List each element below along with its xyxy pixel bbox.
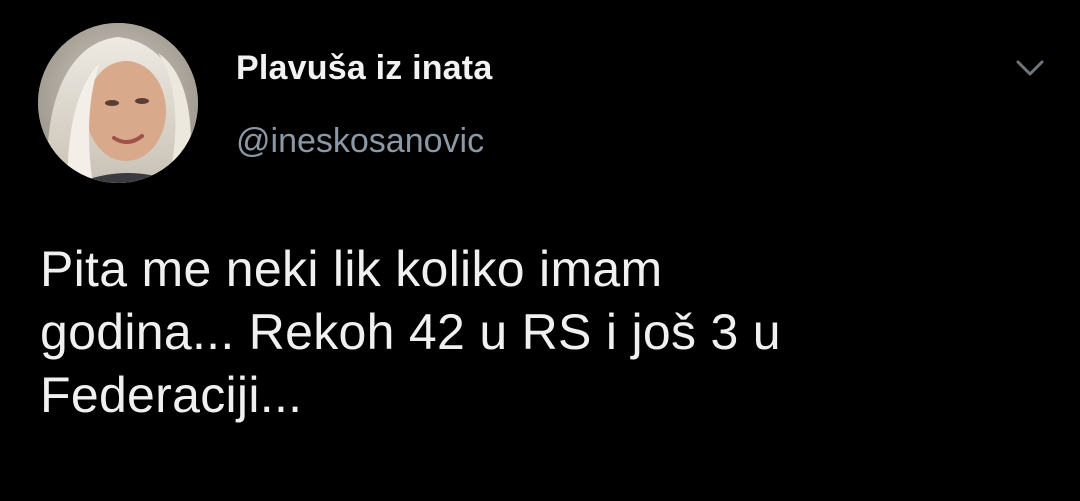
tweet-text-line: godina... Rekoh 42 u RS i još 3 u <box>40 304 781 360</box>
tweet-card: Plavuša iz inata @ineskosanovic Pita me … <box>0 0 1080 501</box>
tweet-text: Pita me neki lik koliko imam godina... R… <box>40 238 1050 427</box>
avatar[interactable] <box>38 23 198 183</box>
chevron-down-icon <box>1016 60 1044 76</box>
author-handle[interactable]: @ineskosanovic <box>236 122 484 161</box>
tweet-menu-button[interactable] <box>1010 50 1050 86</box>
avatar-photo <box>38 23 198 183</box>
tweet-text-line: Federaciji... <box>40 367 303 423</box>
tweet-text-line: Pita me neki lik koliko imam <box>40 241 663 297</box>
author-display-name[interactable]: Plavuša iz inata <box>236 49 492 88</box>
